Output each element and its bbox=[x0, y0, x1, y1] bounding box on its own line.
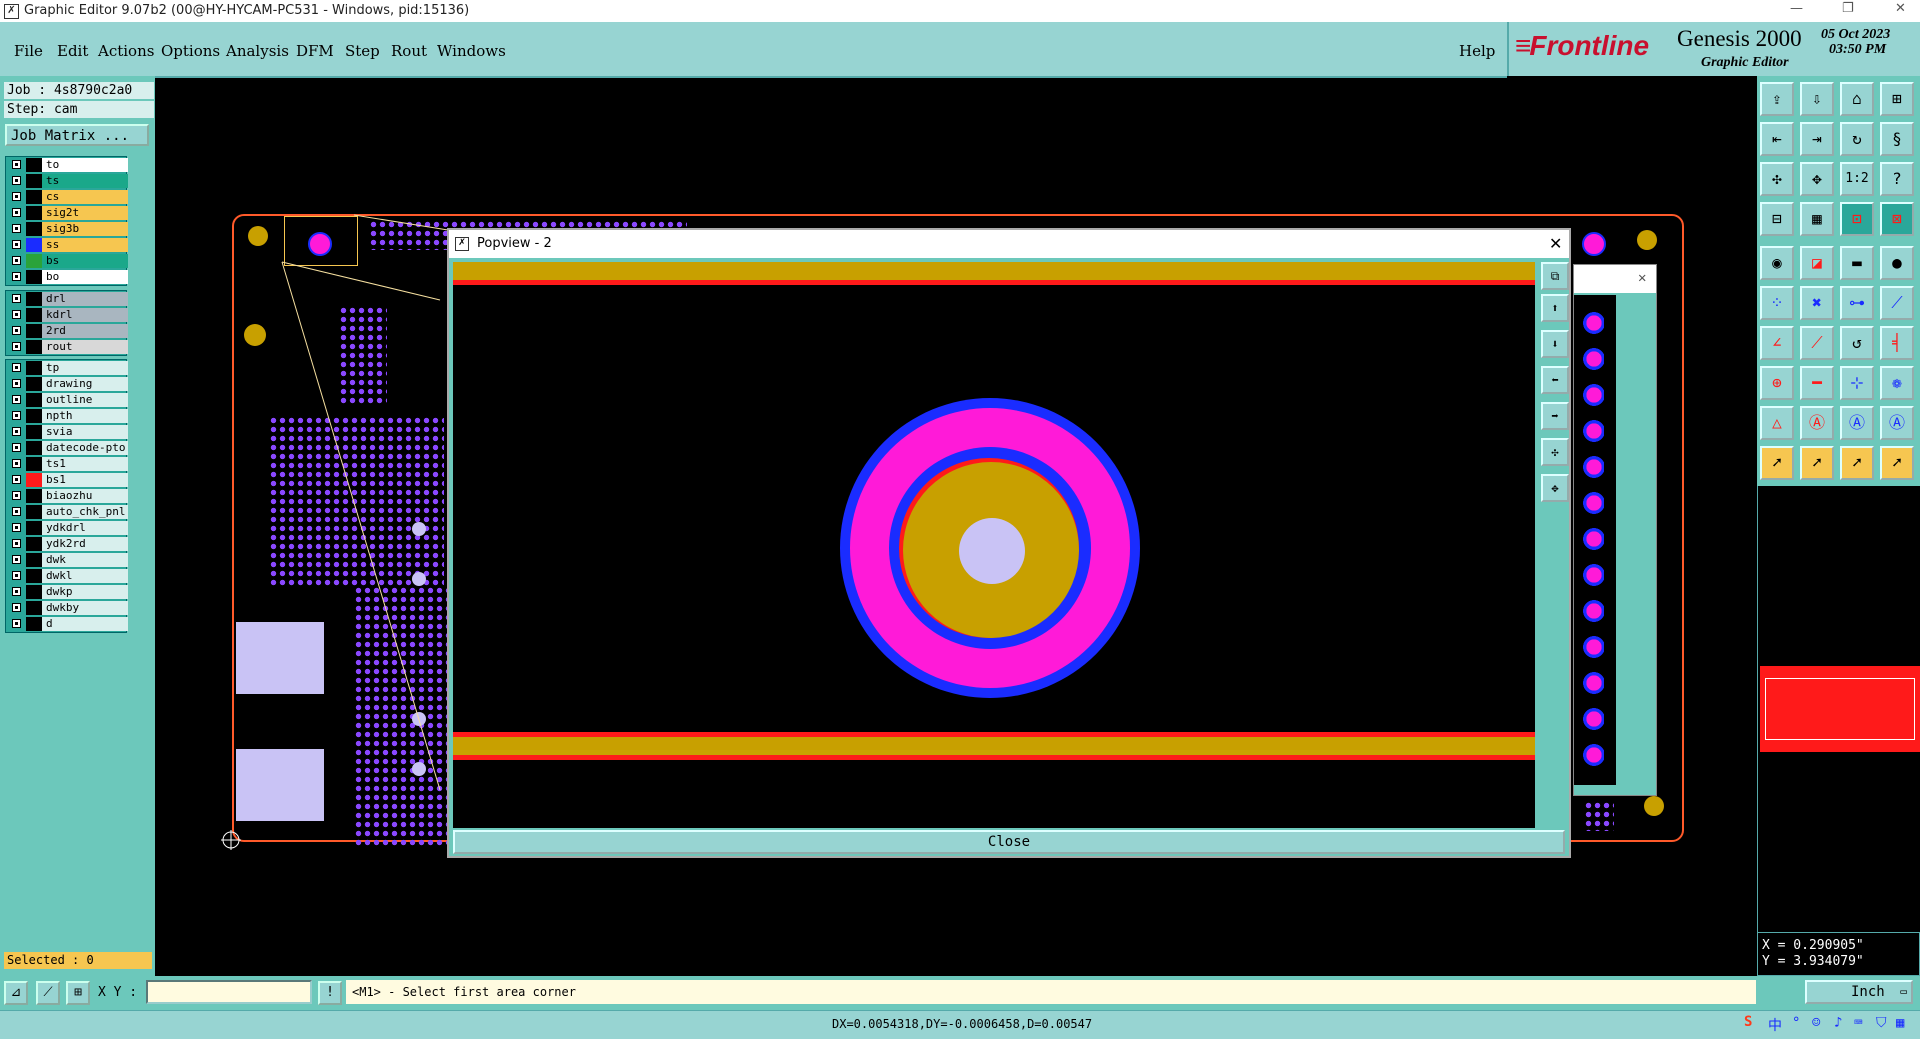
status-bar: DX=0.0054318,DY=-0.0006458,D=0.00547 S 中… bbox=[0, 1010, 1920, 1039]
right-toolbar: ⇪ ⇩ ⌂ ⊞ ⇤ ⇥ ↻ § ✣ ✥ 1:2 ? ⊟ ▦ ⊡ ⊠ ◉ ◪ ▬ … bbox=[1757, 76, 1920, 486]
trace-bottom bbox=[453, 732, 1535, 760]
popview-tool-zoom-fit[interactable]: ⧉ bbox=[1541, 262, 1569, 290]
tool-snake-icon[interactable]: § bbox=[1880, 122, 1914, 156]
grid-mode-icon[interactable]: ⊞ bbox=[66, 981, 90, 1005]
tool-a-icon[interactable]: Ⓐ bbox=[1800, 406, 1834, 440]
tool-a2-icon[interactable]: Ⓐ bbox=[1840, 406, 1874, 440]
tool-center-icon[interactable]: ⊹ bbox=[1840, 366, 1874, 400]
tool-zoom-fit-icon[interactable]: ✣ bbox=[1760, 162, 1794, 196]
tool-save-icon[interactable]: ⇩ bbox=[1800, 82, 1834, 116]
popview-tool-pan-up[interactable]: ⬆ bbox=[1541, 294, 1569, 322]
pad-drill-hole bbox=[959, 518, 1025, 584]
tool-triangle-icon[interactable]: △ bbox=[1760, 406, 1794, 440]
tool-select2-icon[interactable]: ➚ bbox=[1800, 446, 1834, 480]
popview-secondary: ✕ bbox=[1573, 264, 1657, 796]
popview-close-button[interactable]: Close bbox=[453, 830, 1565, 854]
tool-pad-icon[interactable]: ◉ bbox=[1760, 246, 1794, 280]
tool-split-icon[interactable]: ╡ bbox=[1880, 326, 1914, 360]
snap-mode-icon[interactable]: ⟋ bbox=[36, 981, 60, 1005]
popview-secondary-titlebar: ✕ bbox=[1574, 265, 1656, 293]
punctuation-icon[interactable]: ° bbox=[1792, 1015, 1800, 1031]
tool-edge-icon[interactable]: ⟋ bbox=[1880, 286, 1914, 320]
xy-label: X Y : bbox=[98, 985, 138, 1000]
language-icon[interactable]: 中 bbox=[1768, 1015, 1782, 1035]
emoji-icon[interactable]: ☺ bbox=[1812, 1015, 1820, 1031]
popview-title: Popview - 2 bbox=[477, 236, 552, 251]
prompt-info-icon[interactable]: ! bbox=[318, 981, 342, 1005]
coordinate-readout: X = 0.290905" Y = 3.934079" bbox=[1757, 932, 1920, 976]
tool-minus-icon[interactable]: ━ bbox=[1800, 366, 1834, 400]
tool-loop-icon[interactable]: ↻ bbox=[1840, 122, 1874, 156]
dropdown-icon: ▭ bbox=[1900, 985, 1907, 998]
command-bar: ⊿ ⟋ ⊞ X Y : ! <M1> - Select first area c… bbox=[0, 976, 1920, 1010]
tool-snap-icon[interactable]: ▦ bbox=[1800, 202, 1834, 236]
overview-map[interactable] bbox=[1757, 486, 1920, 932]
tool-grid-icon[interactable]: ⊟ bbox=[1760, 202, 1794, 236]
tool-add-pad-icon[interactable]: ⊕ bbox=[1760, 366, 1794, 400]
tool-angle-icon[interactable]: ∠ bbox=[1760, 326, 1794, 360]
popview-app-icon: ✗ bbox=[455, 237, 469, 251]
measure-readout: DX=0.0054318,DY=-0.0006458,D=0.00547 bbox=[832, 1017, 1093, 1031]
tool-arc-icon[interactable]: ↺ bbox=[1840, 326, 1874, 360]
close-icon[interactable]: ✕ bbox=[1638, 270, 1646, 286]
prompt-text: <M1> - Select first area corner bbox=[352, 985, 576, 999]
tool-layout-icon[interactable]: ⊞ bbox=[1880, 82, 1914, 116]
xy-input[interactable] bbox=[146, 980, 312, 1004]
tool-slash-icon[interactable]: ⟋ bbox=[1800, 326, 1834, 360]
microphone-icon[interactable]: ♪ bbox=[1834, 1015, 1842, 1031]
tool-move-left-icon[interactable]: ⇤ bbox=[1760, 122, 1794, 156]
popview-dialog: ✗ Popview - 2 ✕ ⧉ ⬆ ⬇ ⬅ ➡ ✣ ✥ Close bbox=[447, 228, 1571, 858]
grid-icon[interactable]: ▦ bbox=[1896, 1015, 1904, 1031]
tool-select3-icon[interactable]: ➚ bbox=[1840, 446, 1874, 480]
tool-measure2-icon[interactable]: ⊠ bbox=[1880, 202, 1914, 236]
pad-column bbox=[1582, 305, 1604, 775]
tool-open-icon[interactable]: ⇪ bbox=[1760, 82, 1794, 116]
tool-home-icon[interactable]: ⌂ bbox=[1840, 82, 1874, 116]
popview-secondary-canvas bbox=[1574, 295, 1616, 785]
popview-titlebar: ✗ Popview - 2 ✕ bbox=[449, 230, 1569, 258]
tool-select-icon[interactable]: ➚ bbox=[1760, 446, 1794, 480]
prompt-bar: <M1> - Select first area corner bbox=[346, 980, 1756, 1004]
x-coordinate: X = 0.290905" bbox=[1762, 938, 1864, 953]
popview-close-icon[interactable]: ✕ bbox=[1549, 234, 1562, 253]
tool-line-icon[interactable]: ◪ bbox=[1800, 246, 1834, 280]
tool-select4-icon[interactable]: ➚ bbox=[1880, 446, 1914, 480]
tool-cross-icon[interactable]: ✖ bbox=[1800, 286, 1834, 320]
tool-ruler-icon[interactable]: ▬ bbox=[1840, 246, 1874, 280]
tool-node-icon[interactable]: ⊶ bbox=[1840, 286, 1874, 320]
overview-viewport bbox=[1765, 678, 1915, 740]
popview-tool-pan-left[interactable]: ⬅ bbox=[1541, 366, 1569, 394]
popview-tool-pan-down[interactable]: ⬇ bbox=[1541, 330, 1569, 358]
unit-selector[interactable]: Inch ▭ bbox=[1805, 980, 1913, 1004]
system-tray: S 中 ° ☺ ♪ ⌨ ⛉ ▦ bbox=[1744, 1013, 1918, 1037]
popview-tool-zoom-out[interactable]: ✣ bbox=[1541, 438, 1569, 466]
draw-mode-icon[interactable]: ⊿ bbox=[4, 981, 28, 1005]
tool-move-right-icon[interactable]: ⇥ bbox=[1800, 122, 1834, 156]
tool-cluster-icon[interactable]: ❁ bbox=[1880, 366, 1914, 400]
overview-board bbox=[1760, 666, 1920, 752]
tool-zoom-home-icon[interactable]: ✥ bbox=[1800, 162, 1834, 196]
tool-measure-icon[interactable]: ⊡ bbox=[1840, 202, 1874, 236]
tool-scale-icon[interactable]: 1:2 bbox=[1840, 162, 1874, 196]
y-coordinate: Y = 3.934079" bbox=[1762, 954, 1864, 969]
popview-tool-pan-right[interactable]: ➡ bbox=[1541, 402, 1569, 430]
ime-icon[interactable]: S bbox=[1744, 1014, 1752, 1030]
shirt-icon[interactable]: ⛉ bbox=[1876, 1015, 1887, 1031]
tool-circle-icon[interactable]: ● bbox=[1880, 246, 1914, 280]
keyboard-icon[interactable]: ⌨ bbox=[1854, 1015, 1862, 1031]
trace-top bbox=[453, 262, 1535, 285]
tool-help-icon[interactable]: ? bbox=[1880, 162, 1914, 196]
popview-canvas[interactable] bbox=[453, 262, 1535, 828]
tool-connect-icon[interactable]: ⁘ bbox=[1760, 286, 1794, 320]
popview-tool-zoom-in[interactable]: ✥ bbox=[1541, 474, 1569, 502]
tool-a3-icon[interactable]: Ⓐ bbox=[1880, 406, 1914, 440]
